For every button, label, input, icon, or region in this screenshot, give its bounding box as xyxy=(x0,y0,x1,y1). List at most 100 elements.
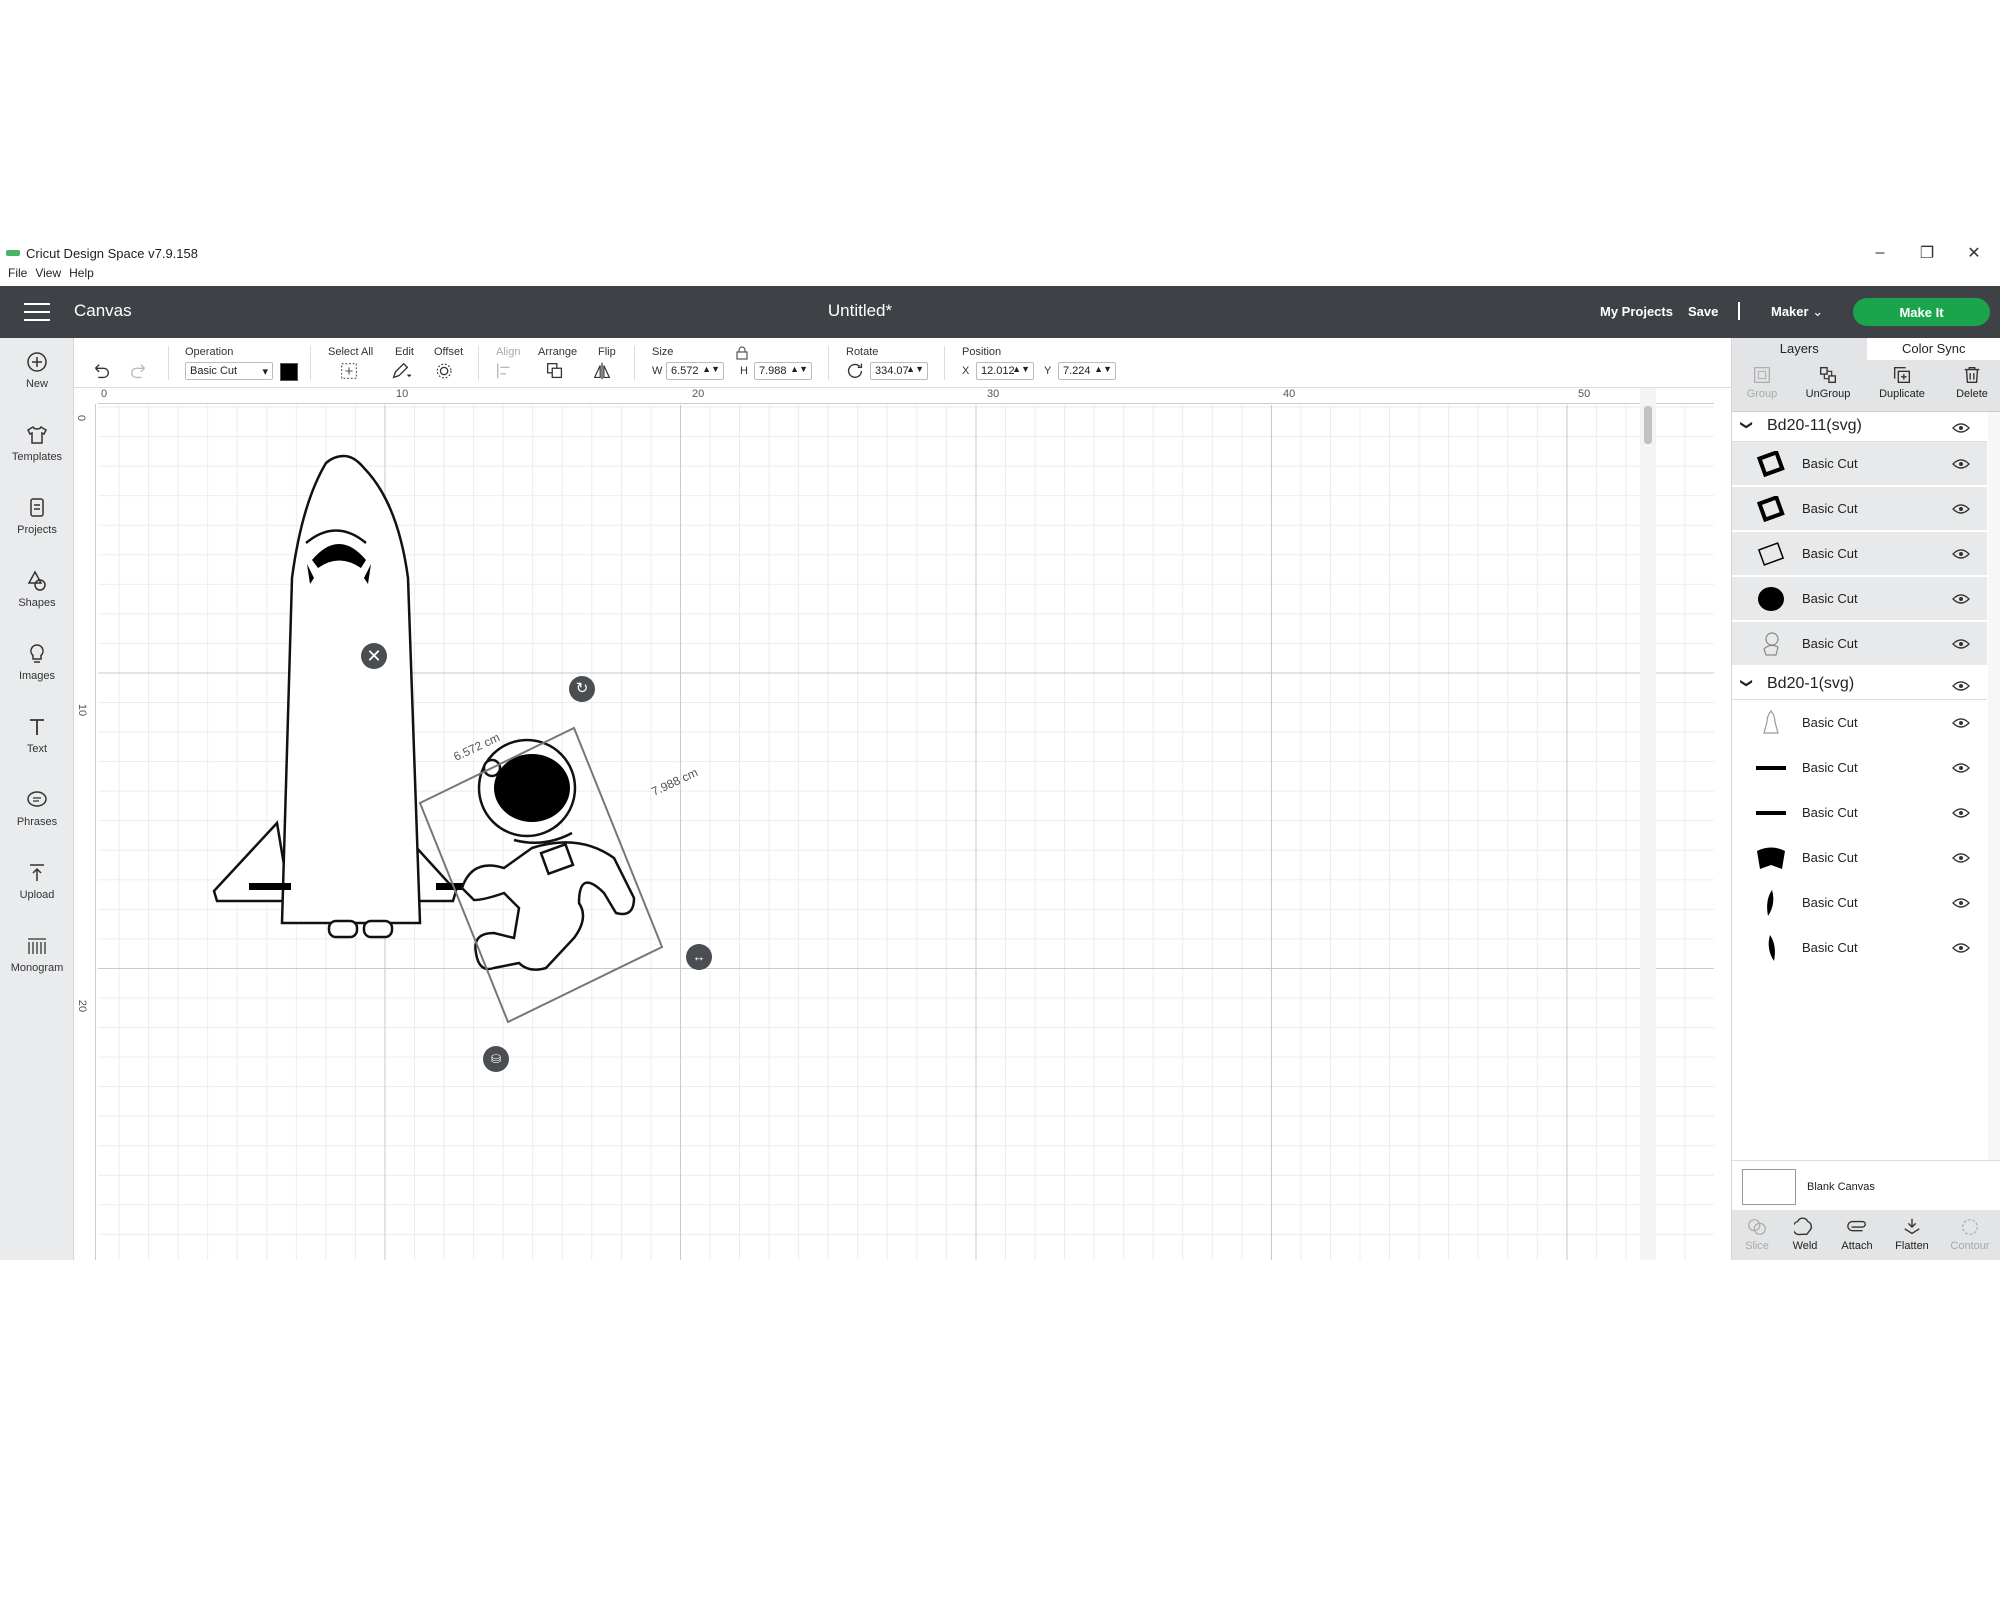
undo-icon[interactable] xyxy=(90,360,112,382)
save-button[interactable]: Save xyxy=(1688,304,1718,319)
eye-icon[interactable] xyxy=(1952,762,1970,774)
tab-layers[interactable]: Layers xyxy=(1732,338,1867,360)
chevron-down-icon[interactable]: ❯ xyxy=(1740,678,1754,688)
attach-button[interactable]: Attach xyxy=(1832,1216,1882,1252)
toolbar-divider xyxy=(944,346,945,380)
lock-handle-icon[interactable]: ⛁ xyxy=(483,1046,509,1072)
eye-icon[interactable] xyxy=(1952,458,1970,470)
eye-icon[interactable] xyxy=(1952,680,1970,692)
scrollbar-thumb[interactable] xyxy=(1644,406,1652,444)
eye-icon[interactable] xyxy=(1952,942,1970,954)
tab-color-sync[interactable]: Color Sync xyxy=(1867,338,2000,360)
layer-row[interactable]: Basic Cut xyxy=(1732,532,1987,576)
select-all-icon[interactable] xyxy=(338,360,360,382)
height-input[interactable]: 7.988 ▲▼ xyxy=(754,362,812,380)
layer-row[interactable]: Basic Cut xyxy=(1732,881,1987,925)
sidebar-item-shapes[interactable]: Shapes xyxy=(0,561,74,621)
chevron-down-icon[interactable]: ❯ xyxy=(1740,420,1754,430)
minimize-icon[interactable]: – xyxy=(1857,240,1903,266)
rocket-wing-bar[interactable] xyxy=(249,883,291,890)
sidebar-item-label: Upload xyxy=(19,889,55,901)
ungroup-button[interactable]: UnGroup xyxy=(1798,364,1858,400)
sidebar-item-monogram[interactable]: Monogram xyxy=(0,926,74,986)
design-canvas[interactable]: 0 10 20 30 40 50 0 10 20 6.572 cm 7.988 … xyxy=(74,388,1714,1260)
delete-label: Delete xyxy=(1956,388,1988,400)
layers-scrollbar[interactable] xyxy=(1988,412,2000,1160)
contour-button[interactable]: Contour xyxy=(1945,1216,1995,1252)
x-input[interactable]: 12.012 ▲▼ xyxy=(976,362,1034,380)
delete-handle-icon[interactable]: ✕ xyxy=(361,643,387,669)
layer-row[interactable]: Basic Cut xyxy=(1732,487,1987,531)
flip-icon[interactable] xyxy=(591,360,613,382)
my-projects-link[interactable]: My Projects xyxy=(1600,304,1673,319)
duplicate-button[interactable]: Duplicate xyxy=(1872,364,1932,400)
menu-file[interactable]: File xyxy=(0,266,27,286)
eye-icon[interactable] xyxy=(1952,503,1970,515)
operation-value: Basic Cut xyxy=(190,365,238,377)
sidebar-item-upload[interactable]: Upload xyxy=(0,853,74,913)
weld-button[interactable]: Weld xyxy=(1780,1216,1830,1252)
restore-icon[interactable]: ❐ xyxy=(1904,240,1950,266)
close-icon[interactable]: ✕ xyxy=(1951,240,1997,266)
blank-canvas-row[interactable]: Blank Canvas xyxy=(1732,1160,2000,1210)
delete-button[interactable]: Delete xyxy=(1942,364,2000,400)
layer-group[interactable]: ❯ Bd20-1(svg) xyxy=(1732,670,1987,700)
eye-icon[interactable] xyxy=(1952,548,1970,560)
canvas-swatch[interactable] xyxy=(1742,1169,1796,1205)
canvas-scrollbar[interactable] xyxy=(1640,388,1656,1260)
width-input[interactable]: 6.572 ▲▼ xyxy=(666,362,724,380)
layer-row[interactable]: Basic Cut xyxy=(1732,622,1987,666)
eye-icon[interactable] xyxy=(1952,422,1970,434)
layer-row[interactable]: Basic Cut xyxy=(1732,836,1987,880)
slice-button[interactable]: Slice xyxy=(1732,1216,1782,1252)
sidebar-item-images[interactable]: Images xyxy=(0,634,74,694)
astronaut-visor-shape[interactable] xyxy=(494,754,570,822)
eye-icon[interactable] xyxy=(1952,807,1970,819)
sidebar-item-phrases[interactable]: Phrases xyxy=(0,780,74,840)
machine-select[interactable]: Maker ⌄ xyxy=(1771,304,1823,320)
make-it-button[interactable]: Make It xyxy=(1853,298,1990,326)
pencil-icon[interactable] xyxy=(389,360,411,382)
sidebar-item-templates[interactable]: Templates xyxy=(0,415,74,475)
operation-select[interactable]: Basic Cut ▾ xyxy=(185,362,273,380)
eye-icon[interactable] xyxy=(1952,897,1970,909)
group-button[interactable]: Group xyxy=(1732,364,1792,400)
layer-row[interactable]: Basic Cut xyxy=(1732,442,1987,486)
color-swatch[interactable] xyxy=(280,363,298,381)
layer-row[interactable]: Basic Cut xyxy=(1732,701,1987,745)
redo-icon[interactable] xyxy=(128,360,150,382)
layer-row[interactable]: Basic Cut xyxy=(1732,926,1987,970)
rocket-shape[interactable] xyxy=(212,454,458,939)
sidebar-item-new[interactable]: New xyxy=(0,342,74,402)
edit-label: Edit xyxy=(395,346,414,358)
eye-icon[interactable] xyxy=(1952,638,1970,650)
menu-help[interactable]: Help xyxy=(61,266,94,286)
rotate-input[interactable]: 334.07 ▲▼ xyxy=(870,362,928,380)
y-value: 7.224 xyxy=(1063,365,1091,377)
layer-row[interactable]: Basic Cut xyxy=(1732,791,1987,835)
layer-row[interactable]: Basic Cut xyxy=(1732,746,1987,790)
resize-handle-icon[interactable]: ↔ xyxy=(686,944,712,970)
sidebar-item-label: Templates xyxy=(11,451,63,463)
weld-label: Weld xyxy=(1792,1240,1818,1252)
layer-row[interactable]: Basic Cut xyxy=(1732,577,1987,621)
layer-group[interactable]: ❯ Bd20-11(svg) xyxy=(1732,412,1987,442)
offset-icon[interactable] xyxy=(434,360,456,382)
eye-icon[interactable] xyxy=(1952,593,1970,605)
sidebar-item-text[interactable]: Text xyxy=(0,707,74,767)
toolbar-divider xyxy=(168,346,169,380)
eye-icon[interactable] xyxy=(1952,717,1970,729)
eye-icon[interactable] xyxy=(1952,852,1970,864)
rotate-value: 334.07 xyxy=(875,365,909,377)
layer-thumbnail-icon xyxy=(1758,587,1784,611)
align-icon[interactable] xyxy=(494,360,516,382)
layers-list: ❯ Bd20-11(svg) Basic Cut Basic Cut Basic… xyxy=(1732,412,1987,1160)
menu-view[interactable]: View xyxy=(27,266,61,286)
layer-label: Basic Cut xyxy=(1802,940,1858,955)
rotate-handle-icon[interactable]: ↻ xyxy=(569,676,595,702)
sidebar-item-projects[interactable]: Projects xyxy=(0,488,74,548)
y-input[interactable]: 7.224 ▲▼ xyxy=(1058,362,1116,380)
flatten-button[interactable]: Flatten xyxy=(1887,1216,1937,1252)
lock-icon[interactable] xyxy=(736,346,748,360)
arrange-icon[interactable] xyxy=(544,360,566,382)
